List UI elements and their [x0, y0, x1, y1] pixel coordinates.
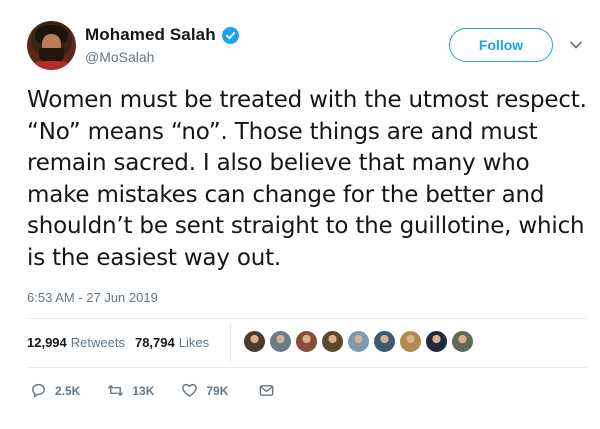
tweet-timestamp[interactable]: 6:53 AM - 27 Jun 2019	[27, 290, 158, 305]
liker-avatar[interactable]	[399, 330, 422, 353]
reply-button[interactable]: 2.5K	[30, 382, 80, 399]
reply-icon	[32, 383, 45, 398]
tweet-card: Mohamed Salah @MoSalah Follow Women must…	[0, 0, 600, 429]
message-icon	[260, 385, 274, 396]
tweet-stats: 12,994 Retweets 78,794 Likes	[27, 335, 219, 350]
chevron-down-icon[interactable]	[569, 38, 583, 52]
liker-avatar[interactable]	[347, 330, 370, 353]
liker-avatar[interactable]	[373, 330, 396, 353]
avatar[interactable]	[27, 21, 76, 70]
reply-count: 2.5K	[55, 383, 81, 398]
display-name[interactable]: Mohamed Salah	[85, 25, 216, 45]
retweet-icon	[108, 385, 124, 396]
stats-separator	[230, 322, 231, 362]
liker-avatar[interactable]	[243, 330, 266, 353]
heart-icon	[182, 383, 198, 397]
likes-count: 78,794	[134, 335, 175, 350]
retweets-label: Retweets	[70, 335, 125, 350]
user-handle[interactable]: @MoSalah	[85, 49, 154, 65]
likes-label: Likes	[178, 335, 210, 350]
divider	[27, 367, 587, 368]
liker-avatar[interactable]	[269, 330, 292, 353]
retweets-count: 12,994	[27, 335, 67, 350]
like-button[interactable]: 79K	[181, 382, 228, 399]
direct-message-button[interactable]	[258, 382, 275, 399]
liker-avatars	[243, 330, 474, 353]
liker-avatar[interactable]	[425, 330, 448, 353]
retweet-button[interactable]: 13K	[107, 382, 154, 399]
user-name-row: Mohamed Salah	[85, 25, 239, 45]
liker-avatar[interactable]	[295, 330, 318, 353]
verified-badge-icon	[221, 26, 239, 44]
like-count: 79K	[206, 383, 229, 398]
follow-button[interactable]: Follow	[449, 28, 553, 62]
retweet-count: 13K	[132, 383, 155, 398]
liker-avatar[interactable]	[451, 330, 474, 353]
tweet-actions: 2.5K 13K 79K	[30, 382, 275, 399]
divider	[27, 318, 587, 319]
retweets-stat[interactable]: 12,994 Retweets	[27, 335, 125, 350]
likes-stat[interactable]: 78,794 Likes	[135, 335, 209, 350]
tweet-text: Women must be treated with the utmost re…	[27, 87, 587, 271]
liker-avatar[interactable]	[321, 330, 344, 353]
